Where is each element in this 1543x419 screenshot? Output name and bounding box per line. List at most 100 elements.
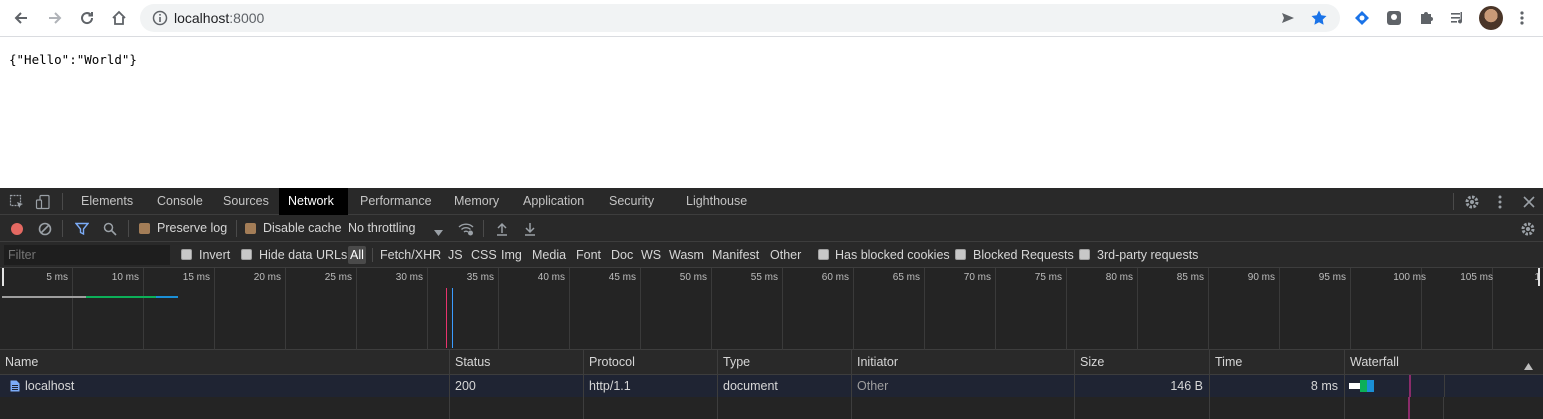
cell-type: document xyxy=(717,375,851,397)
filter-type-all[interactable]: All xyxy=(348,246,366,264)
filter-type-other[interactable]: Other xyxy=(768,246,803,264)
page-content: {"Hello":"World"} xyxy=(0,38,1543,188)
overview-right-handle[interactable] xyxy=(1538,268,1540,286)
filter-type-manifest[interactable]: Manifest xyxy=(710,246,761,264)
filter-type-js[interactable]: JS xyxy=(446,246,465,264)
hide-data-urls-checkbox[interactable] xyxy=(241,249,252,260)
tick-label: 100 ms xyxy=(1393,272,1426,283)
third-party-label[interactable]: 3rd-party requests xyxy=(1097,248,1198,262)
invert-label[interactable]: Invert xyxy=(199,248,230,262)
tick-label: 50 ms xyxy=(679,272,707,283)
toolbar-divider xyxy=(128,220,129,237)
tab-application[interactable]: Application xyxy=(514,188,593,215)
overview-download-bar xyxy=(86,296,156,298)
inspect-element-icon[interactable] xyxy=(7,192,27,212)
tab-security[interactable]: Security xyxy=(600,188,663,215)
tab-elements[interactable]: Elements xyxy=(72,188,142,215)
cell-time: 8 ms xyxy=(1209,375,1344,397)
extension-profile-icon[interactable] xyxy=(1384,8,1404,28)
info-icon[interactable] xyxy=(152,10,168,29)
preserve-log-checkbox[interactable] xyxy=(139,223,150,234)
home-icon[interactable] xyxy=(107,6,131,30)
waterfall-download-bar xyxy=(1367,380,1374,392)
filter-type-media[interactable]: Media xyxy=(530,246,568,264)
blocked-cookies-checkbox[interactable] xyxy=(818,249,829,260)
column-type[interactable]: Type xyxy=(717,350,851,375)
cell-status: 200 xyxy=(449,375,583,397)
tab-sources[interactable]: Sources xyxy=(214,188,278,215)
waterfall-gridline xyxy=(1444,375,1445,397)
tab-network[interactable]: Network xyxy=(279,188,348,215)
filter-type-img[interactable]: Img xyxy=(499,246,524,264)
browser-menu-icon[interactable] xyxy=(1512,8,1532,28)
blocked-requests-checkbox[interactable] xyxy=(955,249,966,260)
preserve-log-label[interactable]: Preserve log xyxy=(157,221,227,235)
filter-type-doc[interactable]: Doc xyxy=(609,246,635,264)
toolbar-divider xyxy=(236,220,237,237)
column-waterfall[interactable]: Waterfall xyxy=(1344,350,1543,375)
filter-type-wasm[interactable]: Wasm xyxy=(667,246,706,264)
extension-tag-icon[interactable] xyxy=(1352,8,1372,28)
import-har-icon[interactable] xyxy=(492,219,512,239)
clear-icon[interactable] xyxy=(35,219,55,239)
tick-label: 25 ms xyxy=(324,272,352,283)
media-control-icon[interactable] xyxy=(1448,8,1468,28)
column-size[interactable]: Size xyxy=(1074,350,1209,375)
third-party-checkbox[interactable] xyxy=(1079,249,1090,260)
search-icon[interactable] xyxy=(100,219,120,239)
column-name[interactable]: Name xyxy=(0,350,449,375)
overview-left-handle[interactable] xyxy=(2,268,4,286)
tick-label: 75 ms xyxy=(1034,272,1062,283)
reload-icon[interactable] xyxy=(75,6,99,30)
disable-cache-label[interactable]: Disable cache xyxy=(263,221,342,235)
filter-icon[interactable] xyxy=(72,219,92,239)
column-protocol[interactable]: Protocol xyxy=(583,350,717,375)
send-tab-icon[interactable] xyxy=(1280,10,1296,29)
network-conditions-icon[interactable] xyxy=(456,219,476,239)
devtools-panel: Elements Console Sources Network Perform… xyxy=(0,188,1543,419)
invert-checkbox[interactable] xyxy=(181,249,192,260)
tab-divider xyxy=(62,193,63,210)
sort-ascending-icon[interactable] xyxy=(1524,359,1533,373)
tab-memory[interactable]: Memory xyxy=(445,188,508,215)
tick-label: 65 ms xyxy=(892,272,920,283)
devtools-settings-icon[interactable] xyxy=(1462,192,1482,212)
request-name[interactable]: localhost xyxy=(25,379,74,393)
filter-type-fetch-xhr[interactable]: Fetch/XHR xyxy=(378,246,443,264)
address-bar[interactable]: localhost:8000 xyxy=(140,4,1340,32)
filter-input[interactable] xyxy=(4,245,170,265)
disable-cache-checkbox[interactable] xyxy=(245,223,256,234)
network-overview-timeline[interactable]: 5 ms 10 ms 15 ms 20 ms 25 ms 30 ms 35 ms… xyxy=(0,268,1543,350)
column-status[interactable]: Status xyxy=(449,350,583,375)
devtools-tabbar: Elements Console Sources Network Perform… xyxy=(0,188,1543,215)
filter-divider xyxy=(372,248,373,262)
back-icon[interactable] xyxy=(9,6,33,30)
throttling-select[interactable]: No throttling xyxy=(348,221,415,235)
extensions-puzzle-icon[interactable] xyxy=(1416,8,1436,28)
throttling-dropdown-icon[interactable] xyxy=(434,225,443,239)
forward-icon[interactable] xyxy=(43,6,67,30)
filter-type-css[interactable]: CSS xyxy=(469,246,499,264)
filter-type-ws[interactable]: WS xyxy=(639,246,663,264)
tab-lighthouse[interactable]: Lighthouse xyxy=(677,188,756,215)
tick-label: 85 ms xyxy=(1176,272,1204,283)
device-toolbar-icon[interactable] xyxy=(33,192,53,212)
filter-type-font[interactable]: Font xyxy=(574,246,603,264)
record-icon[interactable] xyxy=(7,219,27,239)
toolbar-divider xyxy=(62,220,63,237)
export-har-icon[interactable] xyxy=(520,219,540,239)
column-time[interactable]: Time xyxy=(1209,350,1344,375)
tab-console[interactable]: Console xyxy=(148,188,212,215)
hide-data-urls-label[interactable]: Hide data URLs xyxy=(259,248,347,262)
tab-performance[interactable]: Performance xyxy=(351,188,441,215)
bookmark-star-icon[interactable] xyxy=(1310,9,1328,30)
blocked-cookies-label[interactable]: Has blocked cookies xyxy=(835,248,950,262)
blocked-requests-label[interactable]: Blocked Requests xyxy=(973,248,1074,262)
tick-label: 60 ms xyxy=(821,272,849,283)
column-initiator[interactable]: Initiator xyxy=(851,350,1074,375)
devtools-close-icon[interactable] xyxy=(1519,192,1539,212)
profile-avatar[interactable] xyxy=(1479,6,1503,30)
devtools-more-icon[interactable] xyxy=(1490,192,1510,212)
network-settings-icon[interactable] xyxy=(1518,219,1538,239)
table-row[interactable]: localhost 200 http/1.1 document Other 14… xyxy=(0,375,1543,397)
